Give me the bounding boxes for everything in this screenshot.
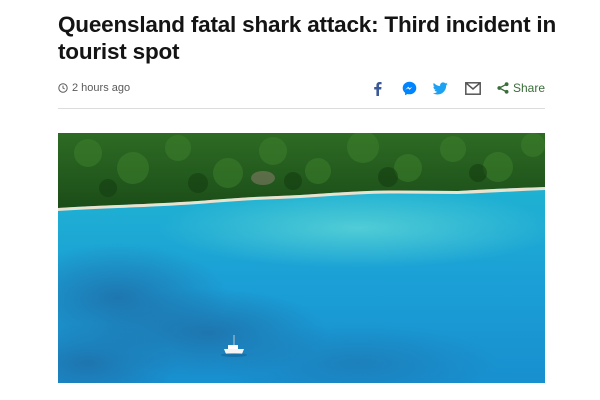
share-label: Share xyxy=(512,81,545,95)
meta-divider xyxy=(58,108,545,109)
share-button[interactable]: Share xyxy=(497,78,545,98)
share-tools: Share xyxy=(373,78,545,98)
messenger-icon[interactable] xyxy=(402,78,417,98)
timestamp-text: 2 hours ago xyxy=(72,82,131,94)
article-meta-row: 2 hours ago Share xyxy=(58,77,545,99)
twitter-icon[interactable] xyxy=(432,78,448,98)
hero-image xyxy=(58,133,545,383)
share-icon xyxy=(497,82,509,94)
article-timestamp: 2 hours ago xyxy=(58,82,130,94)
facebook-icon[interactable] xyxy=(373,78,382,98)
article-headline: Queensland fatal shark attack: Third inc… xyxy=(58,12,557,64)
email-icon[interactable] xyxy=(465,78,481,98)
clock-icon xyxy=(58,83,68,93)
